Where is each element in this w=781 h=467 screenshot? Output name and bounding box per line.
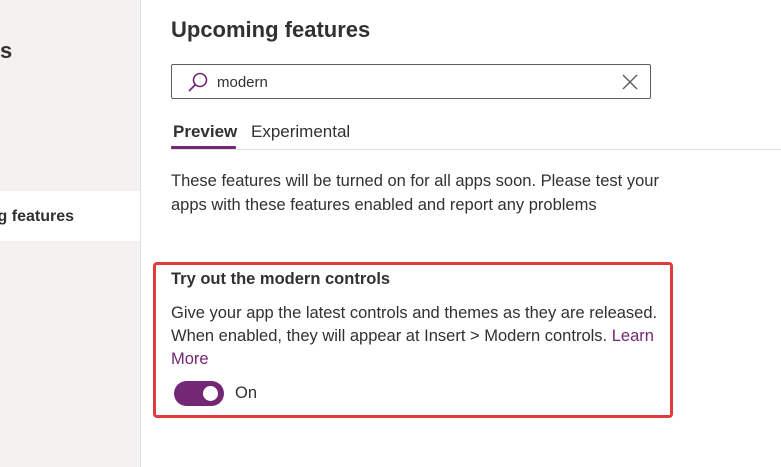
sidebar: s g features — [0, 0, 141, 467]
tab-experimental[interactable]: Experimental — [251, 122, 350, 142]
feature-title: Try out the modern controls — [171, 270, 391, 288]
feature-description-text: Give your app the latest controls and th… — [171, 304, 658, 345]
search-box[interactable] — [171, 64, 651, 99]
tab-preview[interactable]: Preview — [173, 122, 237, 142]
tab-list: Preview Experimental — [171, 118, 781, 150]
preview-description: These features will be turned on for all… — [171, 172, 659, 214]
page-title: Upcoming features — [171, 17, 371, 42]
search-icon — [187, 71, 209, 93]
feature-description: Give your app the latest controls and th… — [171, 302, 661, 371]
tab-selected-indicator — [171, 146, 236, 149]
sidebar-heading: s — [0, 38, 13, 63]
search-input[interactable] — [217, 71, 597, 93]
tab-divider — [171, 149, 781, 150]
toggle-state-label: On — [235, 384, 258, 402]
close-icon[interactable] — [621, 73, 639, 91]
sidebar-item-upcoming-features[interactable]: g features — [0, 191, 140, 241]
feature-card-modern-controls: Try out the modern controls Give your ap… — [153, 262, 673, 418]
sidebar-item-label: g features — [0, 208, 74, 225]
toggle-thumb — [203, 386, 218, 401]
modern-controls-toggle[interactable] — [174, 381, 224, 406]
main-panel: Upcoming features Preview Experimental T… — [141, 0, 781, 467]
